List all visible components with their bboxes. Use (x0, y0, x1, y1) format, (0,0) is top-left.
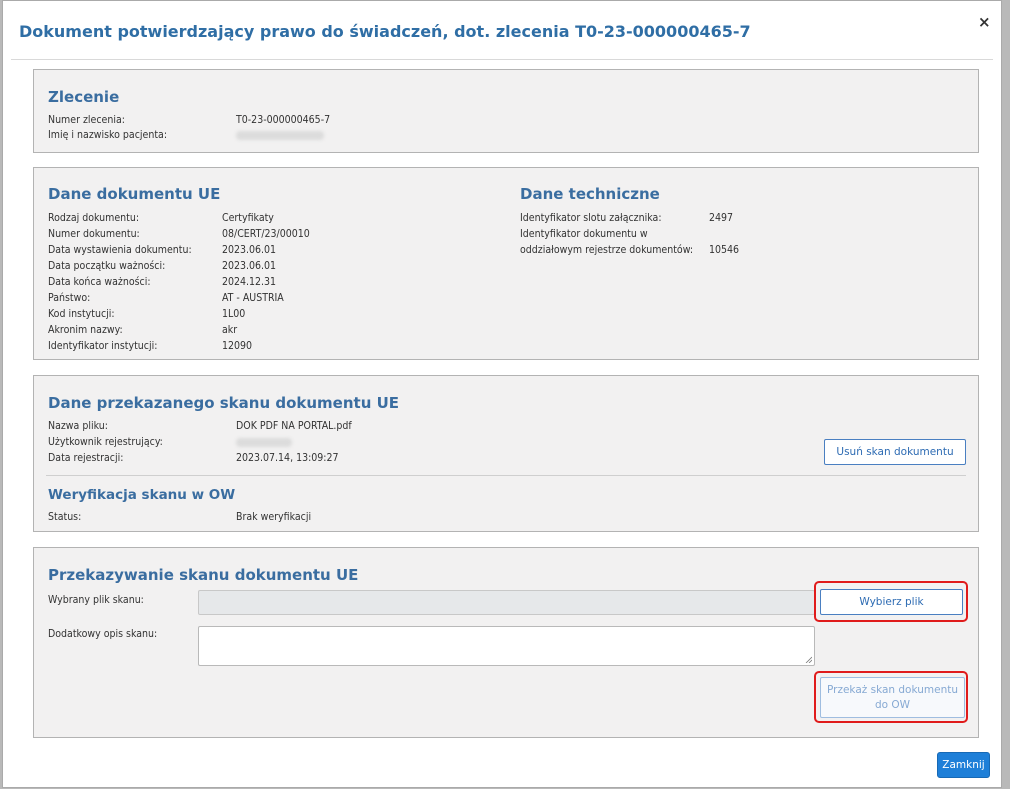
doc-type-value: Certyfikaty (222, 212, 274, 224)
registration-date-label: Data rejestracji: (48, 452, 124, 464)
patient-name-value-redacted (236, 131, 324, 140)
document-dialog: Dokument potwierdzający prawo do świadcz… (2, 0, 1002, 788)
valid-to-label: Data końca ważności: (48, 276, 151, 288)
file-name-label: Nazwa pliku: (48, 420, 108, 432)
registration-date-value: 2023.07.14, 13:09:27 (236, 452, 339, 464)
scan-divider (46, 475, 966, 476)
acronym-value: akr (222, 324, 238, 336)
institution-code-value: 1L00 (222, 308, 246, 320)
scan-data-panel: Dane przekazanego skanu dokumentu UE Naz… (33, 375, 979, 532)
institution-code-label: Kod instytucji: (48, 308, 115, 320)
institution-id-label: Identyfikator instytucji: (48, 340, 158, 352)
upload-heading: Przekazywanie skanu dokumentu UE (48, 566, 359, 584)
bottom-strip (0, 789, 1010, 799)
submit-scan-line2: do OW (874, 698, 911, 711)
status-value: Brak weryfikacji (236, 511, 312, 523)
delete-scan-button[interactable]: Usuń skan dokumentu (824, 439, 966, 465)
verification-heading: Weryfikacja skanu w OW (48, 487, 236, 503)
status-label: Status: (48, 511, 82, 523)
title-divider (11, 59, 993, 60)
register-id-value: 10546 (709, 244, 740, 256)
valid-from-value: 2023.06.01 (222, 260, 277, 272)
order-number-value: T0-23-000000465-7 (236, 114, 331, 126)
patient-name-label: Imię i nazwisko pacjenta: (48, 129, 168, 141)
doc-number-value: 08/CERT/23/00010 (222, 228, 310, 240)
close-button[interactable]: Zamknij (937, 752, 990, 778)
dane-ue-heading: Dane dokumentu UE (48, 185, 221, 203)
close-icon[interactable]: × (978, 13, 991, 31)
description-label: Dodatkowy opis skanu: (48, 628, 158, 640)
issue-date-label: Data wystawienia dokumentu: (48, 244, 192, 256)
issue-date-value: 2023.06.01 (222, 244, 277, 256)
slot-id-label: Identyfikator slotu załącznika: (520, 212, 662, 224)
institution-id-value: 12090 (222, 340, 253, 352)
slot-id-value: 2497 (709, 212, 734, 224)
resize-grip-icon[interactable] (805, 656, 812, 663)
registering-user-label: Użytkownik rejestrujący: (48, 436, 163, 448)
order-number-label: Numer zlecenia: (48, 114, 125, 126)
zlecenie-panel: Zlecenie Numer zlecenia: T0-23-000000465… (33, 69, 979, 153)
acronym-label: Akronim nazwy: (48, 324, 123, 336)
submit-scan-button[interactable]: Przekaż skan dokumentu do OW (820, 677, 965, 718)
doc-type-label: Rodzaj dokumentu: (48, 212, 140, 224)
scan-heading: Dane przekazanego skanu dokumentu UE (48, 394, 400, 412)
description-textarea[interactable] (198, 626, 815, 666)
dialog-title: Dokument potwierdzający prawo do świadcz… (19, 22, 751, 41)
country-label: Państwo: (48, 292, 91, 304)
dane-techniczne-heading: Dane techniczne (520, 185, 660, 203)
register-id-label-line2: oddziałowym rejestrze dokumentów: (520, 244, 694, 256)
selected-file-input[interactable] (198, 590, 815, 615)
doc-number-label: Numer dokumentu: (48, 228, 140, 240)
scan-upload-panel: Przekazywanie skanu dokumentu UE Wybrany… (33, 547, 979, 738)
zlecenie-heading: Zlecenie (48, 88, 120, 106)
valid-to-value: 2024.12.31 (222, 276, 277, 288)
submit-scan-line1: Przekaż skan dokumentu (826, 683, 959, 696)
dane-dokumentu-panel: Dane dokumentu UE Rodzaj dokumentu: Cert… (33, 167, 979, 360)
choose-file-button[interactable]: Wybierz plik (820, 589, 963, 615)
country-value: AT - AUSTRIA (222, 292, 284, 304)
selected-file-label: Wybrany plik skanu: (48, 594, 144, 606)
registering-user-value-redacted (236, 438, 292, 447)
register-id-label-line1: Identyfikator dokumentu w (520, 228, 648, 240)
valid-from-label: Data początku ważności: (48, 260, 166, 272)
file-name-value: DOK PDF NA PORTAL.pdf (236, 420, 352, 432)
